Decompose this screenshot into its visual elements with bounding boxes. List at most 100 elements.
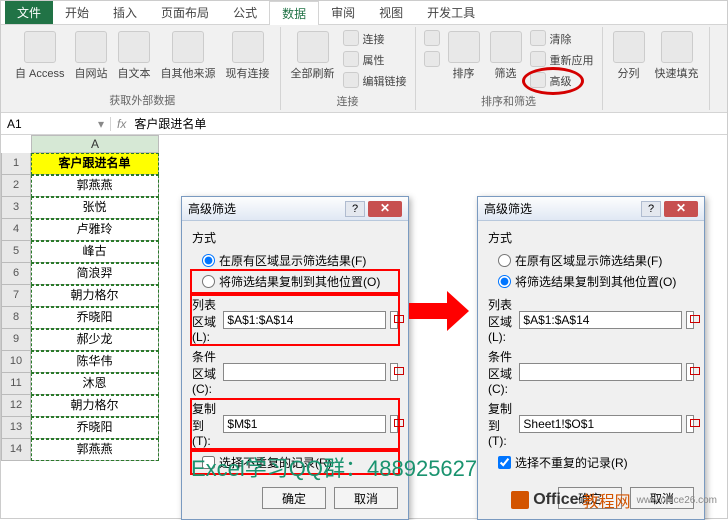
cell[interactable]: 陈华伟 [31, 351, 159, 373]
unique-records-row[interactable]: 选择不重复的记录(R) [488, 452, 694, 473]
btn-edit-links[interactable]: 编辑链接 [341, 71, 409, 91]
cell[interactable]: 朝力格尔 [31, 395, 159, 417]
tab-home[interactable]: 开始 [53, 1, 101, 24]
dialog-close-button[interactable]: ✕ [368, 201, 402, 217]
dialog-close-button[interactable]: ✕ [664, 201, 698, 217]
radio-input[interactable] [202, 275, 215, 288]
range-picker-button[interactable] [686, 311, 694, 329]
tab-view[interactable]: 视图 [367, 1, 415, 24]
dialog-title: 高级筛选 [188, 200, 345, 217]
list-range-label: 列表区域(L): [192, 296, 219, 344]
row-header[interactable]: 4 [1, 219, 31, 241]
column-header-a[interactable]: A [31, 135, 159, 153]
criteria-input[interactable] [519, 363, 682, 381]
row-header[interactable]: 9 [1, 329, 31, 351]
fx-icon[interactable]: fx [117, 117, 126, 131]
list-range-row: 列表区域(L): [488, 296, 694, 344]
list-range-input[interactable] [519, 311, 682, 329]
btn-from-web[interactable]: 自网站 [71, 29, 112, 90]
copy-to-label: 复制到(T): [488, 400, 515, 448]
btn-sort-za[interactable] [422, 50, 442, 70]
btn-sort-az[interactable] [422, 29, 442, 49]
tab-dev[interactable]: 开发工具 [415, 1, 487, 24]
cell[interactable]: 峰古 [31, 241, 159, 263]
cell[interactable]: 简浪羿 [31, 263, 159, 285]
btn-from-text[interactable]: 自文本 [114, 29, 155, 90]
range-picker-button[interactable] [686, 363, 694, 381]
copy-to-input[interactable] [519, 415, 682, 433]
range-picker-button[interactable] [390, 363, 398, 381]
dialog-titlebar[interactable]: 高级筛选 ? ✕ [182, 197, 408, 221]
btn-clear-filter[interactable]: 清除 [528, 29, 596, 49]
cell[interactable]: 郝少龙 [31, 329, 159, 351]
dialog-help-button[interactable]: ? [641, 201, 661, 217]
tab-file[interactable]: 文件 [5, 1, 53, 24]
tab-layout[interactable]: 页面布局 [149, 1, 221, 24]
btn-from-access[interactable]: 自 Access [11, 29, 69, 90]
name-box-dropdown-icon[interactable]: ▾ [98, 117, 104, 131]
range-picker-button[interactable] [390, 415, 398, 433]
cancel-button[interactable]: 取消 [334, 487, 398, 509]
btn-text-to-columns[interactable]: 分列 [609, 29, 649, 106]
cell[interactable]: 沐恩 [31, 373, 159, 395]
cell[interactable]: 张悦 [31, 197, 159, 219]
btn-from-other[interactable]: 自其他来源 [157, 29, 220, 90]
row-header[interactable]: 6 [1, 263, 31, 285]
btn-connections[interactable]: 连接 [341, 29, 409, 49]
range-picker-button[interactable] [686, 415, 694, 433]
row-header[interactable]: 14 [1, 439, 31, 461]
row-header[interactable]: 8 [1, 307, 31, 329]
btn-advanced-filter[interactable]: 高级 [528, 71, 596, 91]
row-header[interactable]: 5 [1, 241, 31, 263]
unique-checkbox[interactable] [498, 456, 511, 469]
row-header[interactable]: 7 [1, 285, 31, 307]
cell[interactable]: 朝力格尔 [31, 285, 159, 307]
radio-input[interactable] [498, 254, 511, 267]
tab-formula[interactable]: 公式 [221, 1, 269, 24]
tab-data[interactable]: 数据 [269, 1, 319, 25]
cell[interactable]: 乔晓阳 [31, 307, 159, 329]
row-header[interactable]: 3 [1, 197, 31, 219]
btn-refresh-all[interactable]: 全部刷新 [287, 29, 339, 91]
radio-filter-in-place[interactable]: 在原有区域显示筛选结果(F) [488, 250, 694, 271]
range-picker-button[interactable] [390, 311, 398, 329]
btn-flash-fill[interactable]: 快速填充 [651, 29, 703, 106]
cell[interactable]: 客户跟进名单 [31, 153, 159, 175]
web-icon [75, 31, 107, 63]
btn-existing-conn[interactable]: 现有连接 [222, 29, 274, 90]
radio-copy-to-other[interactable]: 将筛选结果复制到其他位置(O) [488, 271, 694, 292]
row-header[interactable]: 10 [1, 351, 31, 373]
row-header[interactable]: 1 [1, 153, 31, 175]
copy-to-input[interactable] [223, 415, 386, 433]
radio-filter-in-place[interactable]: 在原有区域显示筛选结果(F) [192, 250, 398, 271]
radio-copy-to-other[interactable]: 将筛选结果复制到其他位置(O) [192, 271, 398, 292]
radio-input[interactable] [498, 275, 511, 288]
row-header[interactable]: 12 [1, 395, 31, 417]
dialog-help-button[interactable]: ? [345, 201, 365, 217]
t2c-icon [613, 31, 645, 63]
formula-content[interactable]: 客户跟进名单 [134, 115, 206, 132]
cell[interactable]: 郭燕燕 [31, 175, 159, 197]
row-header[interactable]: 11 [1, 373, 31, 395]
cell[interactable]: 郭燕燕 [31, 439, 159, 461]
dialog-titlebar[interactable]: 高级筛选 ? ✕ [478, 197, 704, 221]
row-header[interactable]: 2 [1, 175, 31, 197]
ok-button[interactable]: 确定 [262, 487, 326, 509]
name-box[interactable]: ▾ [1, 117, 111, 131]
watermark-brand1: Office [533, 491, 578, 509]
btn-sort[interactable]: 排序 [444, 29, 484, 91]
criteria-input[interactable] [223, 363, 386, 381]
btn-reapply[interactable]: 重新应用 [528, 50, 596, 70]
tab-insert[interactable]: 插入 [101, 1, 149, 24]
tab-review[interactable]: 审阅 [319, 1, 367, 24]
advanced-filter-dialog-right: 高级筛选 ? ✕ 方式 在原有区域显示筛选结果(F) 将筛选结果复制到其他位置(… [477, 196, 705, 520]
cell[interactable]: 乔晓阳 [31, 417, 159, 439]
row-header[interactable]: 13 [1, 417, 31, 439]
dialog-title: 高级筛选 [484, 200, 641, 217]
btn-filter[interactable]: 筛选 [486, 29, 526, 91]
cell[interactable]: 卢雅玲 [31, 219, 159, 241]
list-range-input[interactable] [223, 311, 386, 329]
cell-reference-input[interactable] [7, 117, 77, 131]
radio-input[interactable] [202, 254, 215, 267]
btn-properties[interactable]: 属性 [341, 50, 409, 70]
